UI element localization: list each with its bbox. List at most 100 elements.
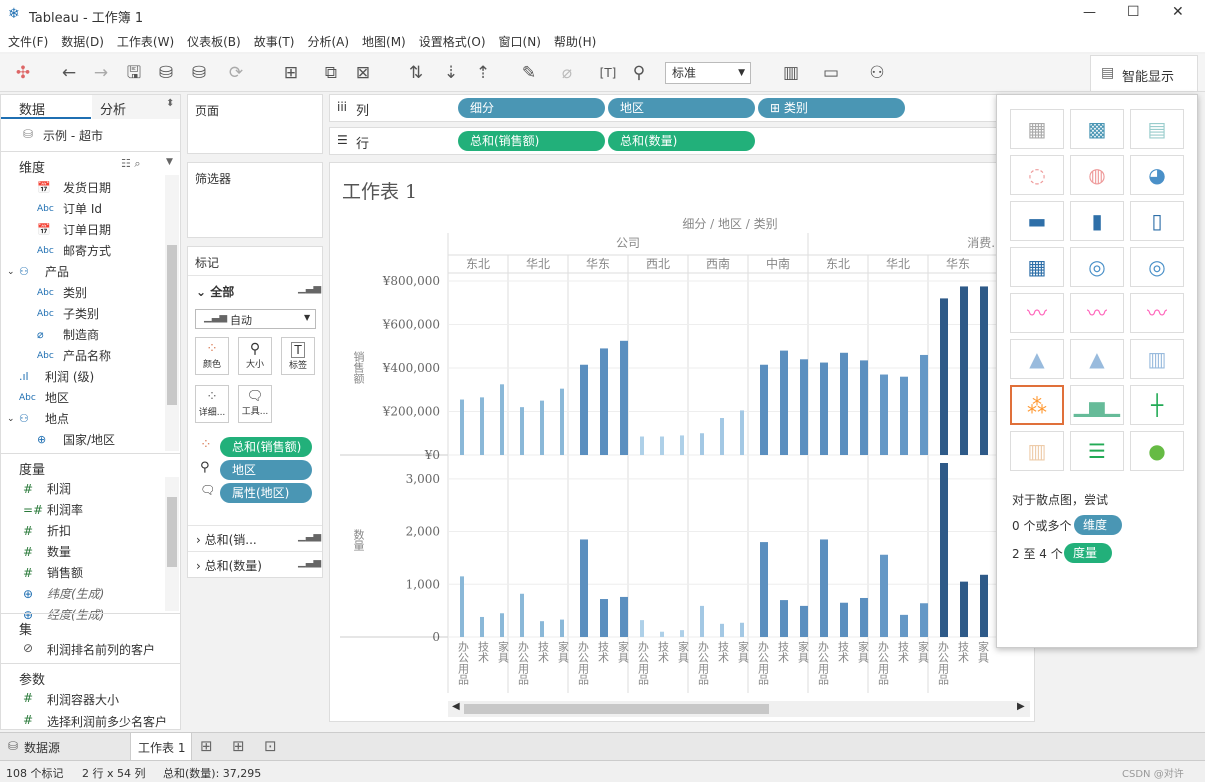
column-pill-region[interactable]: 地区	[608, 98, 755, 118]
mark-pill-region[interactable]: 地区	[220, 460, 312, 480]
tab-datasource[interactable]: 数据源	[24, 739, 60, 756]
expand-icon[interactable]: ⌄	[7, 410, 15, 428]
chart-type-thumb[interactable]: ▩	[1070, 109, 1124, 149]
chart-type-thumb[interactable]: ▲	[1010, 339, 1064, 379]
undo-icon[interactable]: ←	[58, 62, 80, 84]
tab-analysis[interactable]: 分析 ⬍	[92, 95, 180, 119]
maximize-button[interactable]: ☐	[1127, 4, 1140, 20]
new-story-icon[interactable]: ⊡	[264, 737, 277, 755]
dimension-field[interactable]: 订单日期	[63, 221, 111, 239]
dimensions-scrollbar[interactable]	[165, 175, 179, 451]
chart-type-thumb[interactable]: ▤	[1130, 109, 1184, 149]
sort-asc-icon[interactable]: ⇣	[440, 62, 462, 84]
chart-type-thumb[interactable]: ◍	[1070, 155, 1124, 195]
measure-field[interactable]: 经度(生成)	[47, 606, 104, 624]
menu-item[interactable]: 工作表(W)	[109, 30, 179, 50]
menu-item[interactable]: 分析(A)	[299, 30, 354, 50]
rows-shelf[interactable]: ☰ 行 总和(销售额) 总和(数量)	[329, 127, 1001, 155]
list-view-icon[interactable]: ☷ ⌕	[121, 157, 141, 171]
new-dashboard-icon[interactable]: ⊞	[232, 737, 245, 755]
group-icon[interactable]: ⌀	[556, 62, 578, 84]
datasource-name[interactable]: 示例 - 超市	[43, 127, 103, 144]
filters-card[interactable]: 筛选器	[187, 162, 323, 238]
presentation-icon[interactable]: ▭	[820, 62, 842, 84]
column-pill-segment[interactable]: 细分	[458, 98, 605, 118]
chart-type-thumb[interactable]: 〰	[1070, 293, 1124, 333]
dimension-field[interactable]: 产品名称	[63, 347, 111, 365]
sort-desc-icon[interactable]: ⇡	[472, 62, 494, 84]
chart-type-thumb[interactable]: ▥	[1130, 339, 1184, 379]
marks-all-header[interactable]: ⌄ 全部	[196, 283, 234, 300]
dimension-field[interactable]: 地点	[45, 410, 69, 428]
menu-item[interactable]: 文件(F)	[0, 30, 53, 50]
menu-item[interactable]: 设置格式(O)	[411, 30, 491, 50]
measures-scrollbar[interactable]	[165, 477, 179, 611]
tab-data[interactable]: 数据	[1, 95, 91, 119]
close-button[interactable]: ✕	[1172, 4, 1184, 20]
menu-item[interactable]: 仪表板(B)	[179, 30, 246, 50]
chart-type-thumb[interactable]: 〰	[1010, 293, 1064, 333]
mark-type-select[interactable]: ▁▃▅ 自动 ▼	[195, 309, 316, 329]
scroll-left-icon[interactable]: ◀	[452, 701, 460, 712]
chart-type-thumb[interactable]: ▁▅▁	[1070, 385, 1124, 425]
menu-item[interactable]: 地图(M)	[354, 30, 411, 50]
size-button[interactable]: ⚲ 大小	[238, 337, 272, 375]
chart-type-thumb[interactable]: ▦	[1010, 247, 1064, 287]
row-pill-sales[interactable]: 总和(销售额)	[458, 131, 605, 151]
tableau-home-icon[interactable]: ✣	[12, 62, 34, 84]
label-button[interactable]: T 标签	[281, 337, 315, 375]
fit-select[interactable]: 标准 ▼	[665, 62, 751, 84]
scroll-thumb[interactable]	[464, 704, 769, 714]
save-icon[interactable]: 🖫	[123, 62, 145, 84]
chart-type-thumb[interactable]: ┼	[1130, 385, 1184, 425]
marks-qty-header[interactable]: › 总和(数量)	[196, 557, 262, 574]
dimension-field[interactable]: 产品	[45, 263, 69, 281]
dimension-field[interactable]: 国家/地区	[63, 431, 115, 449]
chart-type-thumb[interactable]: ◕	[1130, 155, 1184, 195]
show-me-tab[interactable]: ▤ 智能显示	[1090, 55, 1198, 91]
dimension-field[interactable]: 发货日期	[63, 179, 111, 197]
dimension-field[interactable]: 地区	[45, 389, 69, 407]
row-pill-qty[interactable]: 总和(数量)	[608, 131, 755, 151]
chart-type-thumb[interactable]: ▲	[1070, 339, 1124, 379]
horizontal-scrollbar[interactable]: ◀ ▶	[448, 701, 1030, 717]
dimension-field[interactable]: 邮寄方式	[63, 242, 111, 260]
menu-item[interactable]: 故事(T)	[246, 30, 300, 50]
columns-shelf[interactable]: iii 列 细分 地区 ⊞ 类别	[329, 94, 1001, 122]
pages-card[interactable]: 页面	[187, 94, 323, 154]
chart-type-thumb[interactable]: ▥	[1010, 431, 1064, 471]
dimension-field[interactable]: 类别	[63, 284, 87, 302]
measure-field[interactable]: 纬度(生成)	[47, 585, 104, 603]
scroll-right-icon[interactable]: ▶	[1017, 701, 1025, 712]
clear-sheet-icon[interactable]: ⊠	[352, 62, 374, 84]
mark-pill-attr-region[interactable]: 属性(地区)	[220, 483, 312, 503]
marks-sales-header[interactable]: › 总和(销...	[196, 531, 257, 548]
param-item[interactable]: 利润容器大小	[47, 691, 119, 708]
dimension-field[interactable]: 制造商	[63, 326, 99, 344]
dimensions-menu-icon[interactable]: ▼	[166, 157, 173, 167]
color-button[interactable]: ⁘ 颜色	[195, 337, 229, 375]
menu-item[interactable]: 帮助(H)	[546, 30, 601, 50]
chart-type-thumb[interactable]: ◎	[1070, 247, 1124, 287]
tab-sheet1[interactable]: 工作表 1	[130, 733, 192, 760]
column-pill-category[interactable]: ⊞ 类别	[758, 98, 905, 118]
menu-item[interactable]: 数据(D)	[53, 30, 109, 50]
new-datasource-icon[interactable]: ⛁	[155, 62, 177, 84]
new-worksheet-icon[interactable]: ⊞	[280, 62, 302, 84]
measure-field[interactable]: 数量	[47, 543, 71, 561]
chart-type-thumb[interactable]: ☰	[1070, 431, 1124, 471]
highlight-icon[interactable]: ✎	[518, 62, 540, 84]
chart-type-thumb[interactable]: ▮	[1070, 201, 1124, 241]
param-item[interactable]: 选择利润前多少名客户	[47, 713, 167, 730]
expand-icon[interactable]: ⌄	[7, 263, 15, 281]
chart-type-thumb[interactable]: ▬	[1010, 201, 1064, 241]
pause-updates-icon[interactable]: ⛁	[188, 62, 210, 84]
measure-field[interactable]: 折扣	[47, 522, 71, 540]
chart-type-thumb[interactable]: 〰	[1130, 293, 1184, 333]
measure-field[interactable]: 利润	[47, 480, 71, 498]
tooltip-button[interactable]: 🗨 工具...	[238, 385, 272, 423]
duplicate-icon[interactable]: ⧉	[320, 62, 342, 84]
chart-type-thumb[interactable]: ●	[1130, 431, 1184, 471]
detail-button[interactable]: ⁘ 详细...	[195, 385, 229, 423]
show-cards-icon[interactable]: ▥	[780, 62, 802, 84]
